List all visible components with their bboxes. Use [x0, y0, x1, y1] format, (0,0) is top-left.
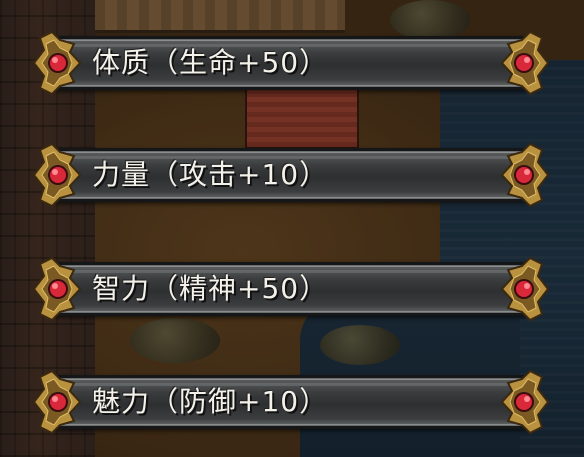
gold-ornament-left-icon	[32, 142, 82, 208]
stat-option-strength[interactable]: 力量（攻击+10）	[30, 142, 552, 208]
gold-ornament-right-icon	[500, 256, 550, 322]
game-scene: 体质（生命+50） 力量（攻击+10） 智力（精神+50） 魅力（防御+10）	[0, 0, 584, 457]
option-label: 力量（攻击+10）	[92, 158, 329, 191]
gold-ornament-right-icon	[500, 142, 550, 208]
gold-ornament-right-icon	[500, 369, 550, 435]
gold-ornament-left-icon	[32, 256, 82, 322]
option-label: 智力（精神+50）	[92, 272, 329, 305]
stat-option-constitution[interactable]: 体质（生命+50）	[30, 30, 552, 96]
option-label: 魅力（防御+10）	[92, 385, 329, 418]
gold-ornament-right-icon	[500, 30, 550, 96]
stat-option-charm[interactable]: 魅力（防御+10）	[30, 369, 552, 435]
gold-ornament-left-icon	[32, 30, 82, 96]
option-label: 体质（生命+50）	[92, 46, 329, 79]
gold-ornament-left-icon	[32, 369, 82, 435]
stat-option-intelligence[interactable]: 智力（精神+50）	[30, 256, 552, 322]
